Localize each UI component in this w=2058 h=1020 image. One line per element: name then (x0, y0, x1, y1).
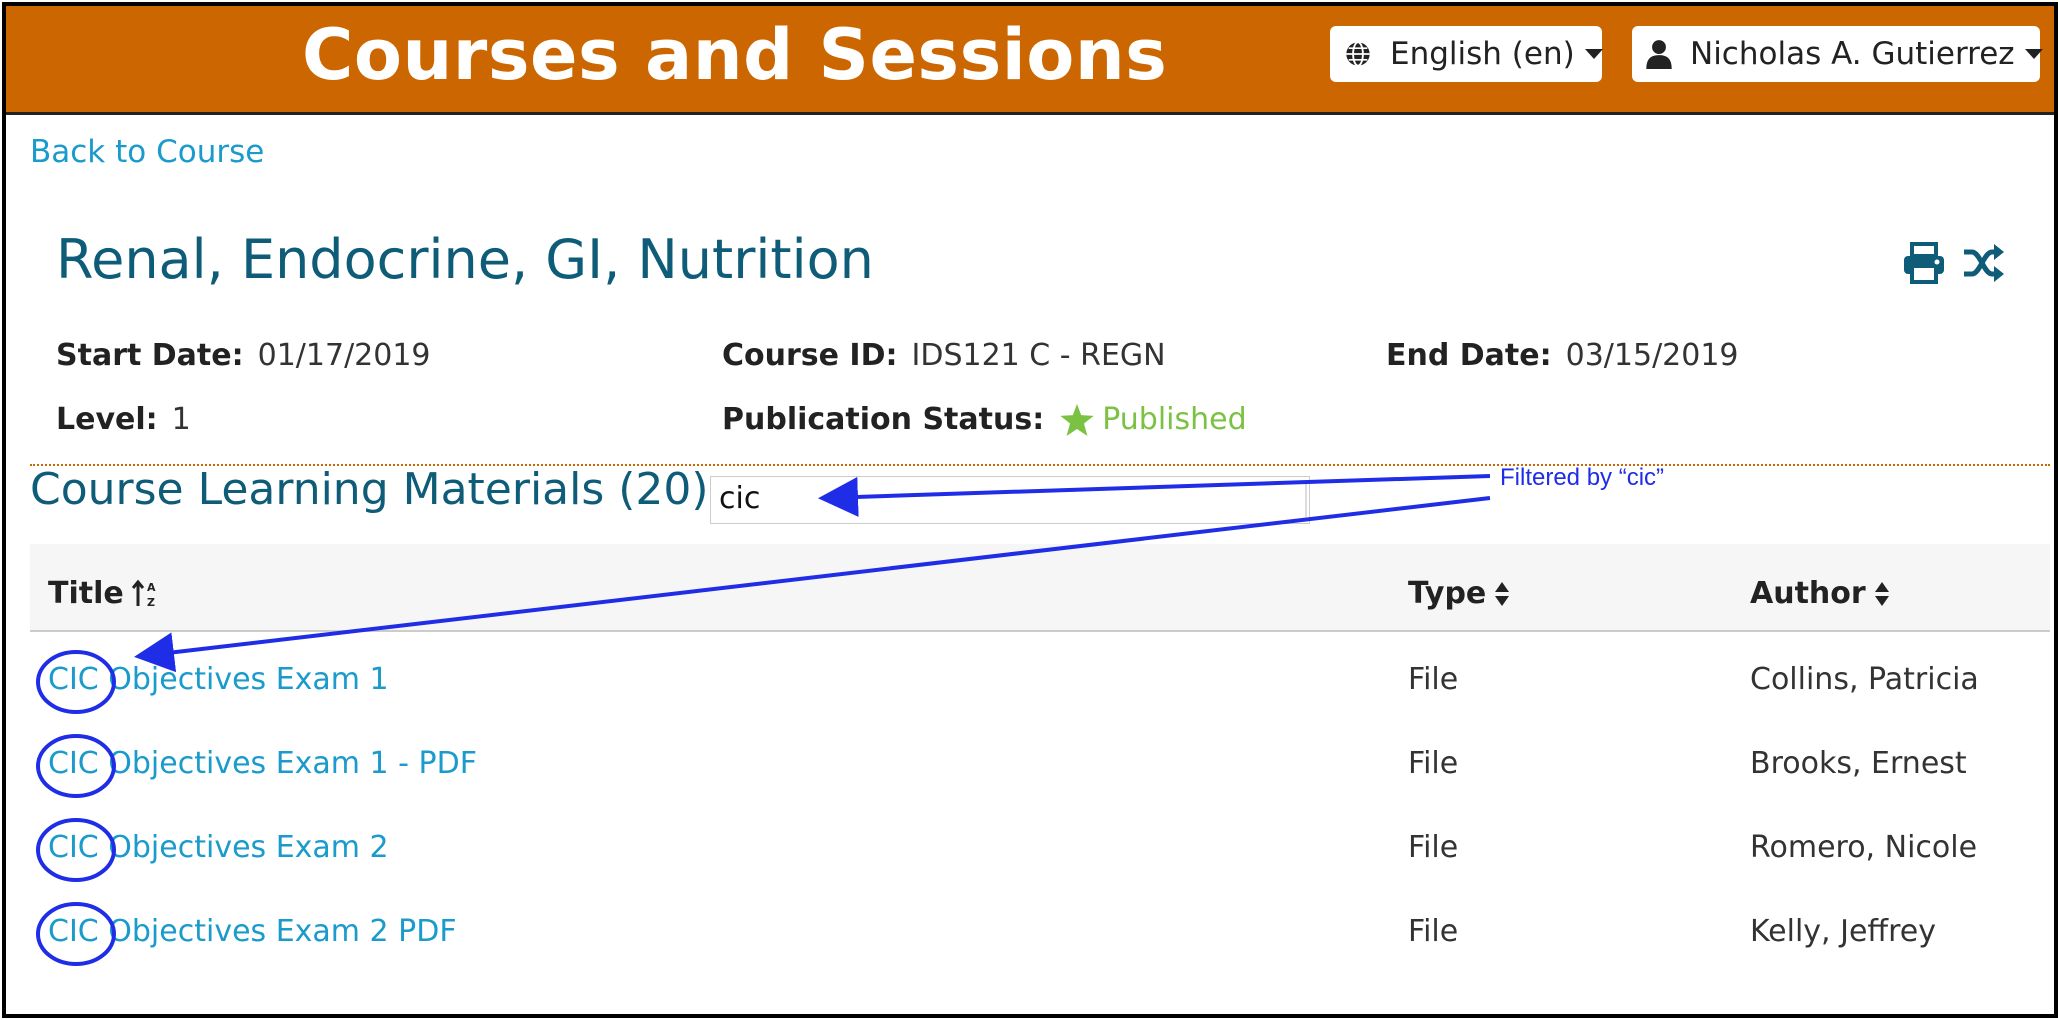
input-divider (1305, 483, 1307, 517)
chevron-down-icon (1584, 49, 1603, 59)
back-to-course-link[interactable]: Back to Course (30, 134, 264, 170)
app-title: Courses and Sessions (302, 14, 1168, 96)
start-date-label: Start Date: (56, 338, 244, 373)
materials-heading: Course Learning Materials (20) (30, 464, 709, 515)
course-id-label: Course ID: (722, 338, 898, 373)
level-field: Level: 1 (56, 402, 191, 437)
shuffle-icon[interactable] (1962, 242, 2004, 288)
column-author-header[interactable]: Author (1750, 576, 1890, 611)
annotation-label: Filtered by “cic” (1500, 464, 1665, 491)
end-date-label: End Date: (1386, 338, 1552, 373)
print-icon[interactable] (1902, 242, 1946, 288)
level-label: Level: (56, 402, 158, 437)
column-type-header[interactable]: Type (1408, 576, 1510, 611)
language-menu-button[interactable]: English (en) (1330, 26, 1603, 82)
column-title-label: Title (48, 576, 124, 611)
publication-status-field: Publication Status: Published (722, 402, 1247, 437)
star-icon (1060, 403, 1094, 436)
user-menu-button[interactable]: Nicholas A. Gutierrez (1632, 26, 2043, 82)
column-title-header[interactable]: Title A Z (48, 576, 160, 611)
table-header (30, 544, 2050, 632)
material-author: Romero, Nicole (1750, 830, 1978, 865)
publication-status-value: Published (1102, 402, 1247, 437)
course-id-value: IDS121 C - REGN (911, 338, 1166, 373)
sort-icon (1874, 581, 1889, 606)
svg-text:Z: Z (147, 596, 155, 609)
sort-icon (1495, 581, 1510, 606)
screenshot-frame: Courses and Sessions English (en) Nichol… (2, 2, 2058, 1018)
course-id-field: Course ID: IDS121 C - REGN (722, 338, 1166, 373)
start-date-value: 01/17/2019 (257, 338, 431, 373)
start-date-field: Start Date: 01/17/2019 (56, 338, 431, 373)
material-title-link[interactable]: CIC Objectives Exam 1 (48, 662, 389, 697)
material-type: File (1408, 662, 1459, 697)
material-title-link[interactable]: CIC Objectives Exam 2 PDF (48, 914, 457, 949)
material-type: File (1408, 830, 1459, 865)
table-header-border (30, 630, 2050, 632)
end-date-field: End Date: 03/15/2019 (1386, 338, 1739, 373)
end-date-value: 03/15/2019 (1565, 338, 1739, 373)
material-author: Brooks, Ernest (1750, 746, 1967, 781)
chevron-down-icon (2024, 49, 2043, 59)
level-value: 1 (171, 402, 191, 437)
material-author: Collins, Patricia (1750, 662, 1979, 697)
globe-icon (1346, 41, 1370, 67)
language-label: English (en) (1390, 36, 1575, 72)
user-name-label: Nicholas A. Gutierrez (1690, 36, 2015, 72)
column-author-label: Author (1750, 576, 1866, 611)
publication-status-label: Publication Status: (722, 402, 1045, 437)
sort-alpha-asc-icon: A Z (131, 579, 156, 609)
course-title: Renal, Endocrine, GI, Nutrition (56, 228, 874, 291)
filter-input-value: cic (719, 481, 761, 516)
material-type: File (1408, 746, 1459, 781)
material-author: Kelly, Jeffrey (1750, 914, 1936, 949)
column-type-label: Type (1408, 576, 1487, 611)
material-title-link[interactable]: CIC Objectives Exam 1 - PDF (48, 746, 477, 781)
materials-filter-input[interactable]: cic (710, 476, 1310, 524)
svg-text:A: A (147, 581, 156, 594)
user-icon (1646, 40, 1672, 69)
material-type: File (1408, 914, 1459, 949)
material-title-link[interactable]: CIC Objectives Exam 2 (48, 830, 389, 865)
top-bar: Courses and Sessions English (en) Nichol… (6, 6, 2054, 115)
